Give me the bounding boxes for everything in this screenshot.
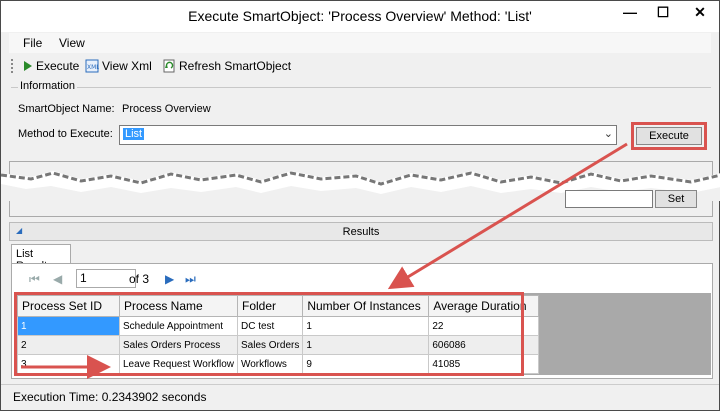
page-number-input[interactable]: 1 — [76, 269, 136, 288]
toolbar-refresh-button[interactable]: Refresh SmartObject — [163, 59, 291, 73]
previous-page-icon[interactable]: ◀ — [53, 272, 62, 286]
method-select-value: List — [123, 128, 145, 140]
pager: ⏮ ◀ 1 of 3 ▶ ⏭ — [15, 267, 711, 291]
toolbar-refresh-label: Refresh SmartObject — [179, 59, 292, 73]
close-button[interactable]: ✕ — [681, 1, 719, 23]
menu-view[interactable]: View — [59, 36, 85, 50]
first-page-icon[interactable]: ⏮ — [29, 272, 40, 287]
method-label: Method to Execute: — [18, 128, 113, 140]
minimize-button[interactable]: — — [613, 1, 647, 23]
tab-list-results[interactable]: List Results — [11, 244, 71, 272]
refresh-icon — [163, 59, 175, 73]
last-page-icon[interactable]: ⏭ — [185, 272, 196, 287]
execution-time: Execution Time: 0.2343902 seconds — [13, 390, 207, 404]
page-count: of 3 — [129, 272, 150, 286]
next-page-icon[interactable]: ▶ — [165, 272, 174, 286]
method-select[interactable]: List ⌄ — [119, 125, 617, 145]
menu-file[interactable]: File — [23, 36, 42, 50]
results-title: Results — [342, 226, 380, 238]
toolbar-view-xml-label: View Xml — [102, 59, 152, 73]
information-legend: Information — [18, 80, 78, 92]
toolbar-view-xml-button[interactable]: XML View Xml — [85, 59, 152, 73]
status-bar: Execution Time: 0.2343902 seconds — [1, 384, 719, 410]
execute-smartobject-window: Execute SmartObject: 'Process Overview' … — [0, 0, 720, 411]
chevron-down-icon[interactable]: ⌄ — [604, 127, 613, 140]
results-table-highlight — [14, 292, 524, 376]
set-button[interactable]: Set — [655, 190, 697, 208]
menu-bar: File View — [9, 33, 711, 53]
smartobject-name-value: Process Overview — [122, 103, 211, 115]
xml-icon: XML — [85, 59, 99, 73]
play-icon — [24, 61, 32, 71]
toolbar-execute-label: Execute — [36, 59, 80, 73]
title-bar: Execute SmartObject: 'Process Overview' … — [1, 1, 719, 32]
execute-button[interactable]: Execute — [636, 127, 702, 145]
maximize-button[interactable]: ☐ — [646, 1, 680, 23]
information-group — [11, 87, 711, 157]
parameter-input[interactable] — [565, 190, 653, 208]
toolbar-grip[interactable] — [11, 59, 13, 73]
toolbar: Execute XML View Xml Refresh SmartObject — [9, 56, 711, 78]
toolbar-execute-button[interactable]: Execute — [23, 59, 79, 73]
window-title: Execute SmartObject: 'Process Overview' … — [188, 8, 532, 24]
svg-text:XML: XML — [87, 64, 99, 71]
results-header[interactable]: ◢ Results — [9, 222, 713, 241]
execute-button-highlight: Execute — [631, 122, 707, 150]
smartobject-name-label: SmartObject Name: — [18, 103, 115, 115]
